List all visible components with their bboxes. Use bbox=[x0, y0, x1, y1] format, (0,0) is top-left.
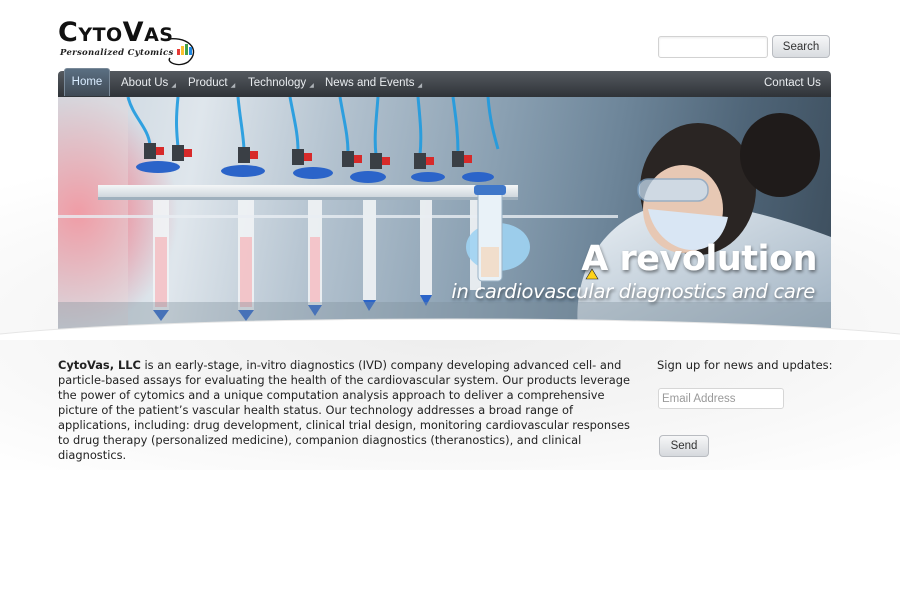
about-text: is an early-stage, in-vitro diagnostics … bbox=[58, 358, 630, 462]
cytovas-logo[interactable]: CytoVas Personalized Cytomics bbox=[58, 18, 200, 66]
hero-banner: A revolution in cardiovascular diagnosti… bbox=[58, 97, 831, 329]
nav-contact-us[interactable]: Contact Us bbox=[764, 71, 821, 97]
nav-home[interactable]: Home bbox=[64, 68, 110, 96]
nav-news-and-events[interactable]: News and Events ◢ bbox=[325, 71, 422, 97]
search-button[interactable]: Search bbox=[772, 35, 830, 58]
nav-product[interactable]: Product ◢ bbox=[188, 71, 235, 97]
hero-headline: A revolution bbox=[581, 239, 817, 279]
nav-label: Product bbox=[188, 77, 228, 89]
logo-tagline: Personalized Cytomics bbox=[60, 48, 174, 58]
bar-chart-icon bbox=[177, 44, 192, 55]
send-button[interactable]: Send bbox=[659, 435, 709, 457]
dropdown-caret-icon: ◢ bbox=[230, 83, 236, 89]
search-input[interactable] bbox=[658, 36, 768, 58]
hero-bottom-curve bbox=[0, 318, 900, 340]
company-name: CytoVas, LLC bbox=[58, 358, 141, 372]
dropdown-caret-icon: ◢ bbox=[171, 83, 176, 89]
dropdown-caret-icon: ◢ bbox=[417, 83, 423, 89]
signup-heading: Sign up for news and updates: bbox=[657, 358, 833, 372]
nav-label: Technology bbox=[248, 77, 307, 89]
nav-label: About Us bbox=[121, 77, 169, 89]
main-nav: Home About Us ◢ Product ◢ Technology ◢ News… bbox=[58, 68, 831, 97]
about-paragraph: CytoVas, LLC is an early-stage, in-vitro… bbox=[58, 358, 633, 463]
email-field[interactable] bbox=[658, 388, 784, 409]
dropdown-caret-icon: ◢ bbox=[309, 83, 314, 89]
nav-label: News and Events bbox=[325, 77, 415, 89]
nav-technology[interactable]: Technology ◢ bbox=[248, 71, 314, 97]
nav-about-us[interactable]: About Us ◢ bbox=[121, 71, 176, 97]
